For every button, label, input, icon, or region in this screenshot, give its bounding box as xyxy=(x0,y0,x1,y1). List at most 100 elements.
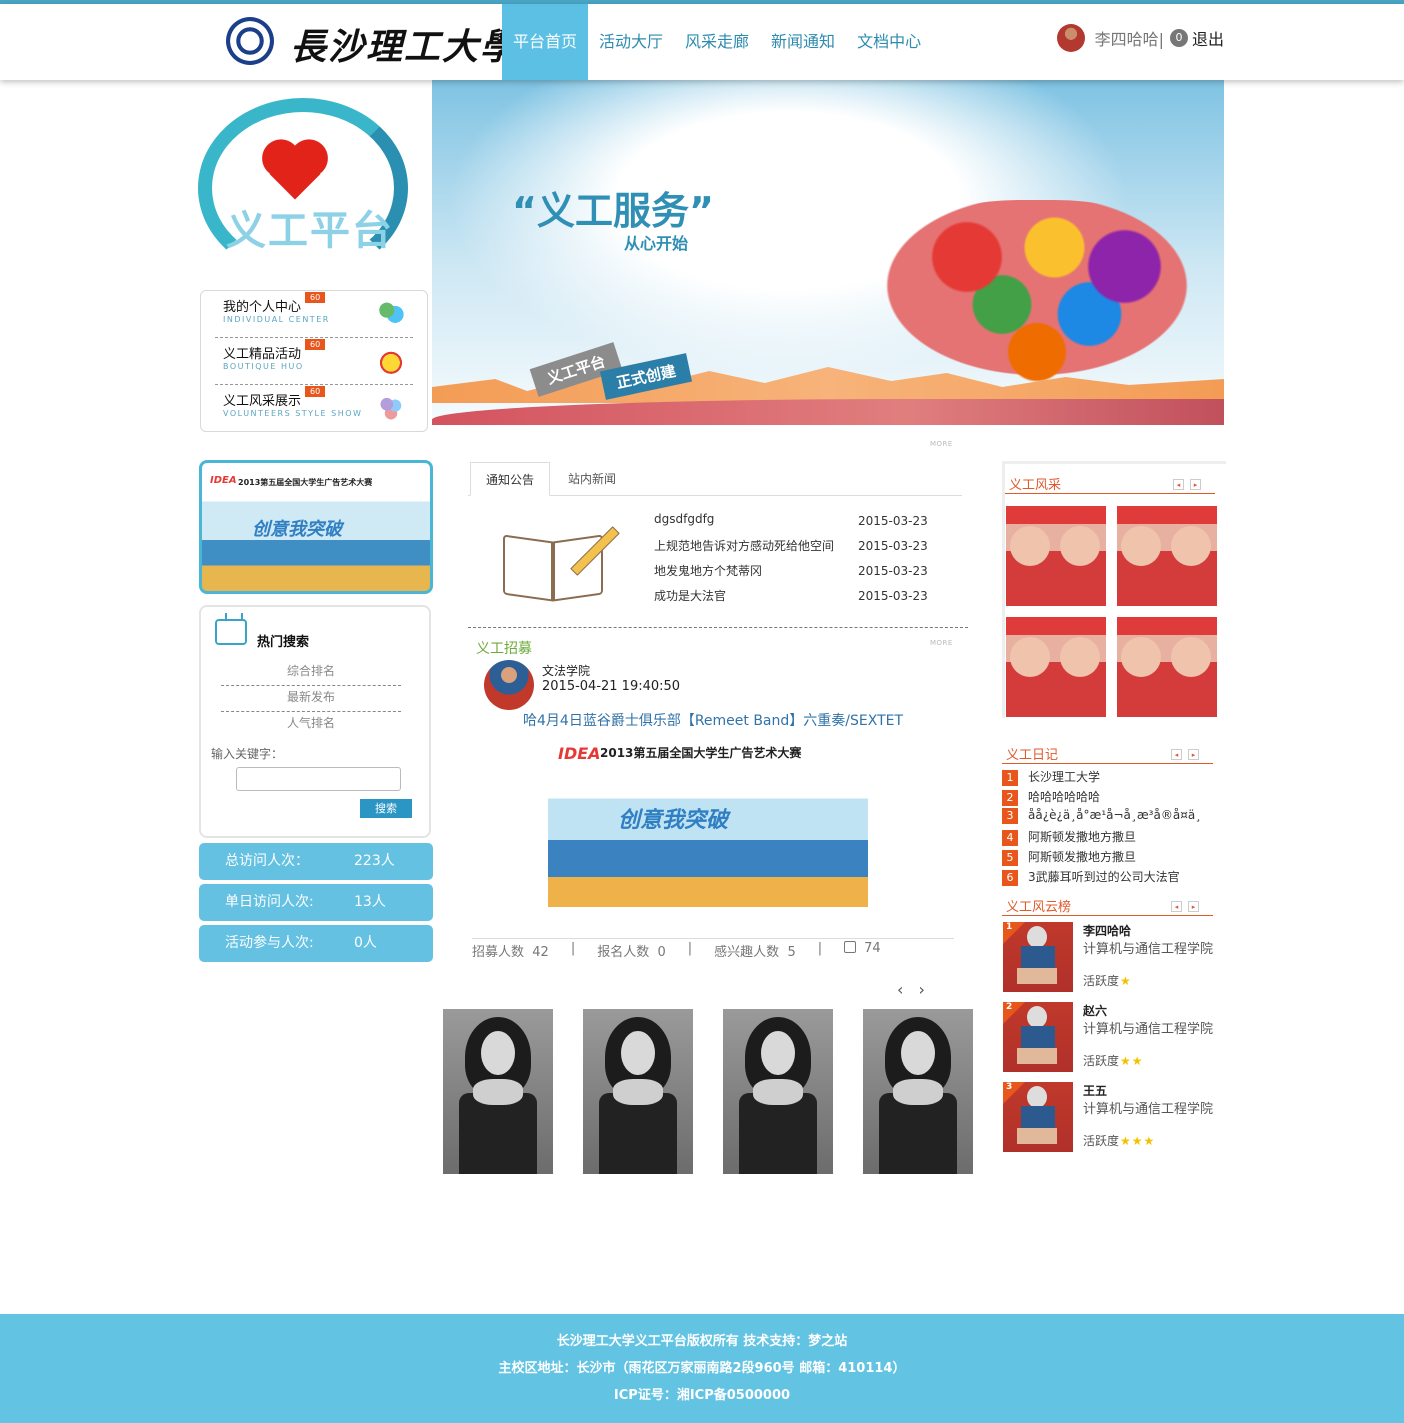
platform-logo-text: 义工平台 xyxy=(226,208,394,254)
volunteer-diary-panel: 义工日记 ◂ ▸ xyxy=(1002,734,1224,764)
user-avatar[interactable] xyxy=(1056,24,1085,52)
message-count-badge[interactable]: 0 xyxy=(1169,29,1188,47)
prev-arrow-button[interactable]: ◂ xyxy=(1171,749,1182,760)
notice-title: 上规范地告诉对方感动死给他空间 xyxy=(654,539,835,553)
star-icon: ★ xyxy=(1131,1054,1143,1068)
gallery-photo[interactable] xyxy=(723,1009,833,1174)
prev-arrow-button[interactable]: ◂ xyxy=(1173,479,1184,490)
user-name[interactable]: 李四哈哈| xyxy=(1095,26,1164,50)
ranking-card[interactable]: 3 王五 计算机与通信工程学院 活跃度★★★ xyxy=(1003,1082,1215,1152)
list-item[interactable]: 6 3武藤耳听到过的公司大法官 xyxy=(1002,868,1214,888)
menu-personal-center[interactable]: 我的个人中心 60 INDIVIDUAL CENTER xyxy=(215,291,413,338)
list-item[interactable]: 2 哈哈哈哈哈哈 xyxy=(1002,788,1214,808)
avatar[interactable] xyxy=(484,660,534,710)
promo-title: 2013第五届全国大学生广告艺术大赛 xyxy=(238,478,373,487)
people-icon xyxy=(377,299,405,327)
tab-site-news[interactable]: 站内新闻 xyxy=(554,462,630,496)
like-button[interactable]: 74 xyxy=(844,941,881,960)
recruit-poster-image[interactable]: IDEA 2013第五届全国大学生广告艺术大赛 创意我突破 xyxy=(548,740,868,907)
notice-date: 2015-03-23 xyxy=(858,539,928,553)
volunteer-name[interactable]: 李四哈哈 xyxy=(1083,922,1131,939)
list-item[interactable]: 成功是大法官 2015-03-23 xyxy=(654,587,934,612)
volunteer-department: 计算机与通信工程学院 xyxy=(1083,1022,1214,1037)
menu-style-show[interactable]: 义工风采展示 60 VOLUNTEERS STYLE SHOW xyxy=(215,385,413,432)
logout-link[interactable]: 退出 xyxy=(1192,26,1224,50)
list-item[interactable]: 3 åå¿è¿ä¸å°æ¹å¬å¸æ³å®å¤ä¸ xyxy=(1002,808,1214,828)
link-overall-rank[interactable]: 综合排名 xyxy=(221,662,401,686)
notice-date: 2015-03-23 xyxy=(858,514,928,528)
activity-stars: ★ xyxy=(1119,974,1131,988)
gallery-photo[interactable] xyxy=(583,1009,693,1174)
list-item[interactable]: 上规范地告诉对方感动死给他空间 2015-03-23 xyxy=(654,537,934,562)
volunteer-name[interactable]: 王五 xyxy=(1083,1082,1107,1099)
activity-stars: ★★ xyxy=(1119,1054,1143,1068)
activity-label: 活跃度 xyxy=(1083,1054,1120,1068)
rank-number: 6 xyxy=(1002,870,1018,886)
style-photo[interactable] xyxy=(1117,617,1217,717)
stat-value: 0人 xyxy=(354,935,377,951)
next-arrow-button[interactable]: ▸ xyxy=(1188,749,1199,760)
carousel-next-button[interactable]: › xyxy=(919,980,925,999)
style-photo[interactable] xyxy=(1006,617,1106,717)
book-illustration xyxy=(495,510,645,605)
avatar[interactable]: 3 xyxy=(1003,1082,1073,1152)
ad-contest-promo[interactable]: IDEA 2013第五届全国大学生广告艺术大赛 创意我突破 xyxy=(199,460,433,594)
university-name-logo[interactable]: 長沙理工大學 xyxy=(290,18,518,70)
gallery-photo[interactable] xyxy=(443,1009,553,1174)
interest-count-label: 感兴趣人数 xyxy=(714,945,780,960)
stat-value: 13人 xyxy=(354,894,386,910)
link-latest[interactable]: 最新发布 xyxy=(221,688,401,712)
style-photo[interactable] xyxy=(1006,506,1106,606)
list-item[interactable]: 4 阿斯顿发撒地方撒旦 xyxy=(1002,828,1214,848)
stat-label: 总访问人次： xyxy=(225,853,309,869)
nav-home[interactable]: 平台首页 xyxy=(502,4,589,80)
next-arrow-button[interactable]: ▸ xyxy=(1190,479,1201,490)
recruit-headline-link[interactable]: 哈4月4日蓝谷爵士俱乐部【Remeet Band】六重奏/SEXTET xyxy=(523,710,903,730)
stat-total-visits: 总访问人次： 223人 xyxy=(199,843,433,880)
rank-number: 1 xyxy=(1002,770,1018,786)
gallery-photo[interactable] xyxy=(863,1009,973,1174)
more-link-notices[interactable]: MORE xyxy=(930,440,953,448)
book-page-left xyxy=(503,534,553,602)
activity-stars: ★★★ xyxy=(1119,1134,1154,1148)
signup-count: 报名人数 0 xyxy=(597,941,666,960)
hot-search-title: 热门搜索 xyxy=(257,635,310,650)
star-icon: ★ xyxy=(1120,974,1131,988)
volunteer-name[interactable]: 赵六 xyxy=(1083,1002,1107,1019)
notice-tabs: 通知公告 站内新闻 xyxy=(468,460,962,496)
activity-level: 活跃度★★★ xyxy=(1083,1132,1154,1149)
diary-title: 哈哈哈哈哈哈 xyxy=(1028,790,1101,804)
list-item[interactable]: 地发鬼地方个梵蒂冈 2015-03-23 xyxy=(654,562,934,587)
interest-count[interactable]: 感兴趣人数 5 xyxy=(714,941,796,960)
list-item[interactable]: dgsdfgdfg 2015-03-23 xyxy=(654,512,934,537)
more-link-recruit[interactable]: MORE xyxy=(930,639,953,647)
diary-list: 1 长沙理工大学 2 哈哈哈哈哈哈 3 åå¿è¿ä¸å°æ¹å¬å¸æ³å®å¤ä¸… xyxy=(1002,768,1214,888)
avatar[interactable]: 1 xyxy=(1003,922,1073,992)
university-seal-logo[interactable] xyxy=(226,17,274,65)
recruit-count-value: 42 xyxy=(532,945,549,960)
notice-title: dgsdfgdfg xyxy=(654,512,715,526)
carousel-prev-button[interactable]: ‹ xyxy=(897,980,903,999)
style-photo[interactable] xyxy=(1117,506,1217,606)
thumbs-up-icon xyxy=(844,941,857,953)
list-item[interactable]: 5 阿斯顿发撒地方撒旦 xyxy=(1002,848,1214,868)
panel-arrows: ◂ ▸ xyxy=(1165,742,1199,761)
list-item[interactable]: 1 长沙理工大学 xyxy=(1002,768,1214,788)
footer-icp: ICP证号：湘ICP备0500000 xyxy=(613,1388,791,1403)
nav-style-gallery[interactable]: 风采走廊 xyxy=(674,4,760,80)
promo-slogan: 创意我突破 xyxy=(252,519,342,540)
ranking-card[interactable]: 1 李四哈哈 计算机与通信工程学院 活跃度★ xyxy=(1003,922,1215,992)
menu-boutique-activities[interactable]: 义工精品活动 60 BOUTIQUE HUO xyxy=(215,338,413,385)
nav-news[interactable]: 新闻通知 xyxy=(760,4,846,80)
search-button[interactable]: 搜索 xyxy=(360,799,412,818)
next-arrow-button[interactable]: ▸ xyxy=(1188,901,1199,912)
nav-activity-hall[interactable]: 活动大厅 xyxy=(588,4,674,80)
avatar[interactable]: 2 xyxy=(1003,1002,1073,1072)
ranking-card[interactable]: 2 赵六计算机与通信工程学院 活跃度★★ xyxy=(1003,1002,1215,1072)
prev-arrow-button[interactable]: ◂ xyxy=(1171,901,1182,912)
menu-subtitle: BOUTIQUE HUO xyxy=(223,362,304,371)
nav-documents[interactable]: 文档中心 xyxy=(846,4,932,80)
keyword-input[interactable] xyxy=(236,767,401,791)
link-popular-rank[interactable]: 人气排名 xyxy=(221,714,401,737)
tab-announcements[interactable]: 通知公告 xyxy=(470,462,550,496)
